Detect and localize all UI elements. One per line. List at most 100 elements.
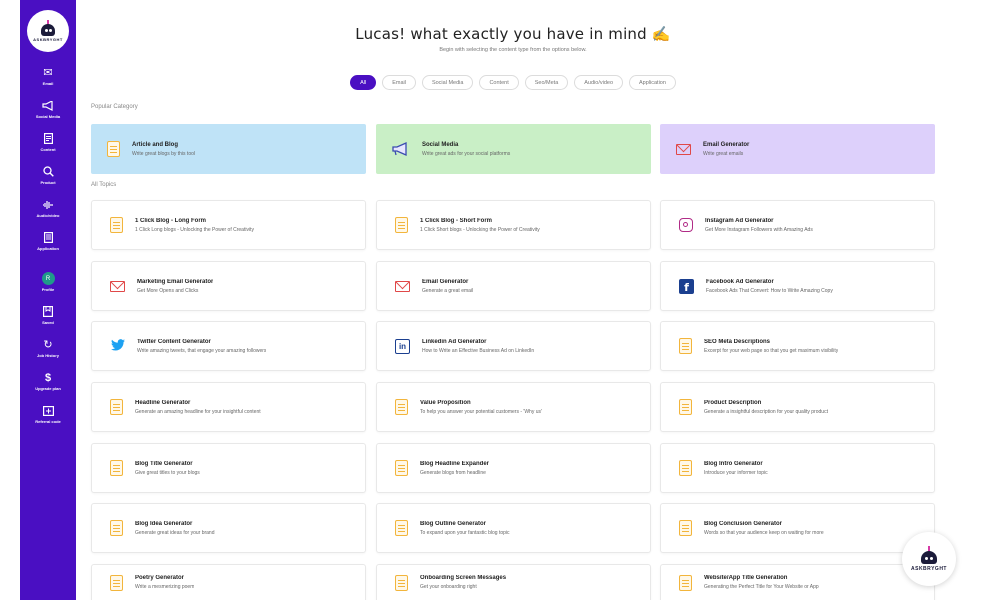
popular-card-social-media[interactable]: Social Media Write great ads for your so… [376, 124, 651, 174]
sidebar-item-profile[interactable]: R Profile [20, 272, 76, 292]
topic-card[interactable]: Headline Generator Generate an amazing he… [91, 382, 366, 432]
topic-card[interactable]: Blog Conclusion Generator Words so that y… [660, 503, 935, 553]
sidebar-item-label: Job History [36, 353, 59, 358]
sidebar-item-job-history[interactable]: ↻ Job History [20, 338, 76, 359]
robot-icon [919, 546, 939, 564]
topic-card[interactable]: 1 Click Blog - Short Form 1 Click Short b… [376, 200, 651, 250]
sidebar: ASKBRYGHT ✉ Email Social Media Content P… [20, 0, 76, 600]
card-title: Blog Outline Generator [420, 520, 487, 527]
filter-application[interactable]: Application [629, 75, 676, 90]
document-icon [110, 520, 123, 536]
card-desc: Introduce your informer topic [704, 469, 768, 476]
topic-card[interactable]: SEO Meta Descriptions Excerpt for your we… [660, 321, 935, 371]
topic-card[interactable]: Value Proposition To help you answer your… [376, 382, 651, 432]
topic-card[interactable]: Blog Title Generator Give great titles to… [91, 443, 366, 493]
card-title: Marketing Email Generator [137, 278, 214, 285]
filter-social-media[interactable]: Social Media [421, 75, 474, 90]
document-icon [395, 399, 408, 415]
filter-all[interactable]: All [350, 75, 377, 90]
document-icon [107, 141, 120, 157]
topic-card[interactable]: Onboarding Screen Messages Get your onboa… [376, 564, 651, 600]
topic-card[interactable]: Blog Outline Generator To expand upon you… [376, 503, 651, 553]
card-title: Value Proposition [420, 399, 471, 406]
document-icon [110, 217, 123, 233]
topic-card[interactable]: Marketing Email Generator Get More Opens … [91, 261, 366, 311]
document-icon [679, 399, 692, 415]
card-title: Website/App Title Generation [704, 575, 788, 581]
sidebar-item-product[interactable]: Product [20, 165, 76, 185]
card-desc: Write a mesmerizing poem [135, 584, 195, 590]
document-icon [395, 217, 408, 233]
topic-card[interactable]: Blog Headline Expander Generate blogs fro… [376, 443, 651, 493]
card-title: Facebook Ad Generator [706, 278, 774, 285]
sidebar-item-referral-code[interactable]: Referral code [20, 404, 76, 424]
sidebar-item-audio-video[interactable]: Audio/video [20, 198, 76, 218]
document-icon [679, 574, 692, 591]
card-desc: Write great blogs by this tool [132, 150, 195, 157]
card-title: Product Description [704, 399, 762, 406]
sidebar-item-social-media[interactable]: Social Media [20, 99, 76, 119]
topic-card[interactable]: 1 Click Blog - Long Form 1 Click Long blo… [91, 200, 366, 250]
card-title: Email Generator [703, 141, 750, 148]
filter-content[interactable]: Content [479, 75, 519, 90]
sidebar-item-label: Referral code [35, 419, 61, 424]
sidebar-item-application[interactable]: Application [20, 231, 76, 251]
robot-icon [39, 20, 57, 36]
topic-card[interactable]: f Facebook Ad Generator Facebook Ads That… [660, 261, 935, 311]
topic-card[interactable]: Blog Idea Generator Generate great ideas … [91, 503, 366, 553]
card-desc: Write amazing tweets, that engage your a… [137, 347, 267, 354]
topic-card[interactable]: Website/App Title Generation Generating t… [660, 564, 935, 600]
card-desc: Write great emails [703, 150, 744, 157]
brand-logo[interactable]: ASKBRYGHT [27, 10, 69, 52]
filter-email[interactable]: Email [382, 75, 416, 90]
bookmark-icon [43, 305, 53, 318]
mail-icon [676, 143, 691, 155]
card-title: Blog Headline Expander [420, 460, 490, 467]
card-desc: To expand upon your fantastic blog topic [420, 529, 510, 536]
sidebar-item-label: Product [40, 180, 56, 185]
topic-card[interactable]: Twitter Content Generator Write amazing t… [91, 321, 366, 371]
card-desc: Generate great ideas for your brand [135, 529, 215, 536]
card-desc: 1 Click Short blogs - Unlocking the Powe… [420, 226, 540, 233]
sidebar-item-label: Application [37, 246, 59, 251]
megaphone-icon [392, 142, 407, 156]
popular-card-email-generator[interactable]: Email Generator Write great emails [660, 124, 935, 174]
topic-card[interactable]: Instagram Ad Generator Get More Instagram… [660, 200, 935, 250]
topic-card[interactable]: Blog Intro Generator Introduce your infor… [660, 443, 935, 493]
card-desc: Generate a great email [422, 287, 474, 294]
card-desc: How to Write an Effective Business Ad on… [422, 347, 535, 354]
card-desc: Get your onboarding right [420, 584, 477, 590]
sidebar-item-upgrade-plan[interactable]: $ Upgrade plan [20, 371, 76, 392]
section-label-popular: Popular Category [91, 104, 138, 110]
topic-card[interactable]: Poetry Generator Write a mesmerizing poem [91, 564, 366, 600]
page-subtitle: Begin with selecting the content type fr… [439, 47, 587, 53]
sidebar-item-label: Social Media [35, 114, 61, 119]
card-desc: Write great ads for your social platform… [422, 150, 511, 157]
topic-card[interactable]: Product Description Generate a insightful… [660, 382, 935, 432]
assistant-button[interactable]: ASKBRYGHT [902, 532, 956, 586]
card-desc: Words so that your audience keep on wait… [704, 529, 824, 536]
card-title: Blog Idea Generator [135, 520, 193, 527]
card-desc: Excerpt for your web page so that you ge… [704, 347, 839, 354]
search-icon [42, 165, 54, 178]
topic-card[interactable]: in Linkedin Ad Generator How to Write an … [376, 321, 651, 371]
topic-card[interactable]: Email Generator Generate a great email [376, 261, 651, 311]
sidebar-item-label: Profile [41, 287, 55, 292]
popular-card-article-blog[interactable]: Article and Blog Write great blogs by th… [91, 124, 366, 174]
card-title: Poetry Generator [135, 575, 185, 581]
card-title: Social Media [422, 141, 459, 148]
card-title: Blog Conclusion Generator [704, 520, 783, 527]
page-title: Lucas! what exactly you have in mind ✍️ [355, 25, 671, 43]
filter-audio-video[interactable]: Audio/video [574, 75, 624, 90]
card-desc: Give great titles to your blogs [135, 469, 200, 476]
card-title: Article and Blog [132, 141, 179, 148]
document-icon [395, 520, 408, 536]
sidebar-item-content[interactable]: Content [20, 132, 76, 152]
sidebar-item-email[interactable]: ✉ Email [20, 66, 76, 87]
document-icon [110, 399, 123, 415]
section-label-all: All Topics [91, 182, 117, 188]
brand-name: ASKBRYGHT [911, 566, 947, 572]
filter-seo-meta[interactable]: Seo/Meta [524, 75, 569, 90]
sidebar-item-saved[interactable]: Saved [20, 305, 76, 325]
card-title: Email Generator [422, 278, 469, 285]
